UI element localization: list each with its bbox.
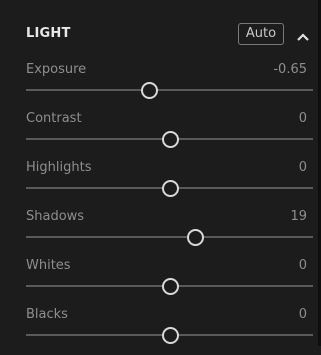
panel-header[interactable]: LIGHT Auto: [0, 18, 321, 50]
slider-row-highlights: Highlights 0: [0, 160, 321, 208]
slider-thumb[interactable]: [162, 131, 179, 148]
shadows-value[interactable]: 19: [290, 209, 307, 224]
slider-thumb[interactable]: [187, 229, 204, 246]
slider-thumb[interactable]: [162, 278, 179, 295]
whites-label: Whites: [26, 258, 71, 273]
exposure-slider[interactable]: [26, 80, 313, 100]
shadows-label: Shadows: [26, 209, 85, 224]
slider-thumb[interactable]: [162, 180, 179, 197]
whites-value[interactable]: 0: [299, 258, 307, 273]
panel-title: LIGHT: [26, 26, 71, 41]
contrast-slider[interactable]: [26, 129, 313, 149]
slider-row-blacks: Blacks 0: [0, 307, 321, 355]
auto-button[interactable]: Auto: [238, 23, 284, 45]
exposure-label: Exposure: [26, 62, 87, 77]
highlights-slider[interactable]: [26, 178, 313, 198]
slider-thumb[interactable]: [162, 327, 179, 344]
exposure-value[interactable]: -0.65: [273, 62, 307, 77]
blacks-label: Blacks: [26, 307, 68, 322]
slider-row-whites: Whites 0: [0, 258, 321, 306]
contrast-value[interactable]: 0: [299, 111, 307, 126]
chevron-up-icon[interactable]: [296, 28, 310, 41]
slider-row-shadows: Shadows 19: [0, 209, 321, 257]
slider-row-contrast: Contrast 0: [0, 111, 321, 159]
contrast-label: Contrast: [26, 111, 82, 126]
whites-slider[interactable]: [26, 276, 313, 296]
slider-track: [26, 236, 313, 238]
blacks-value[interactable]: 0: [299, 307, 307, 322]
slider-row-exposure: Exposure -0.65: [0, 62, 321, 110]
blacks-slider[interactable]: [26, 325, 313, 345]
slider-thumb[interactable]: [141, 82, 158, 99]
highlights-value[interactable]: 0: [299, 160, 307, 175]
shadows-slider[interactable]: [26, 227, 313, 247]
slider-track: [26, 89, 313, 91]
light-panel: LIGHT Auto Exposure -0.65 Contrast 0 Hig…: [0, 0, 321, 346]
highlights-label: Highlights: [26, 160, 92, 175]
